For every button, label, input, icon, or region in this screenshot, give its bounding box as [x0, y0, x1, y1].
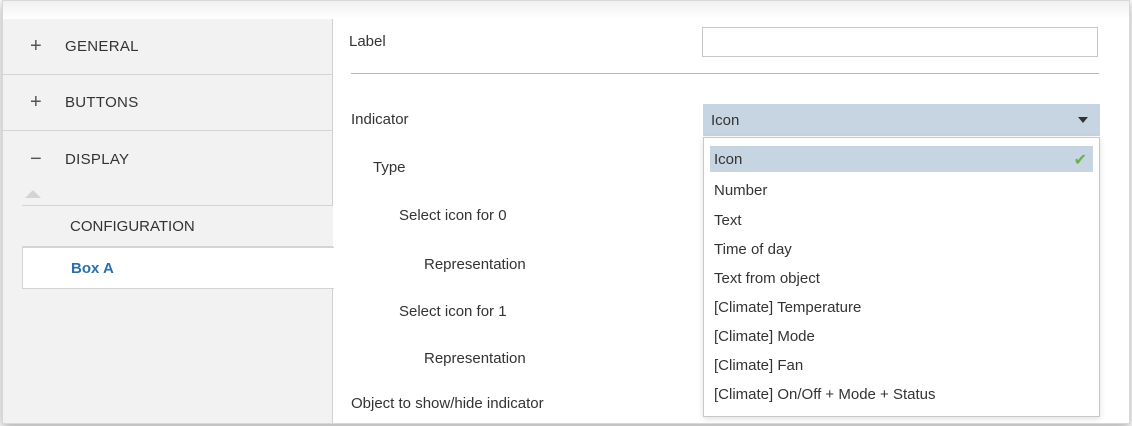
sidebar-item-display[interactable]: − DISPLAY	[3, 131, 332, 187]
sidebar-subitem-label: Box A	[71, 259, 114, 277]
sidebar: + GENERAL + BUTTONS − DISPLAY CONFIGURAT…	[3, 19, 334, 423]
app-window: + GENERAL + BUTTONS − DISPLAY CONFIGURAT…	[2, 0, 1130, 424]
option-label: Text	[714, 211, 742, 229]
param-label-icon-0: Select icon for 0	[399, 207, 507, 224]
option-label: Icon	[714, 150, 743, 168]
indicator-label: Indicator	[351, 111, 409, 128]
param-label-representation-1: Representation	[424, 350, 526, 367]
dropdown-option-time-of-day[interactable]: Time of day	[710, 236, 1093, 262]
indicator-selected-value: Icon	[711, 111, 740, 129]
sidebar-item-label: BUTTONS	[65, 94, 139, 111]
divider	[351, 73, 1099, 74]
sidebar-item-label: GENERAL	[65, 38, 139, 55]
plus-icon: +	[30, 35, 42, 57]
option-label: [Climate] On/Off + Mode + Status	[714, 385, 936, 403]
sidebar-subitem-box-a[interactable]: Box A	[22, 247, 334, 289]
param-label-object-show-hide: Object to show/hide indicator	[351, 395, 544, 412]
checkmark-icon: ✔	[1073, 152, 1087, 169]
dropdown-option-climate-temperature[interactable]: [Climate] Temperature	[710, 294, 1093, 320]
option-label: Text from object	[714, 269, 820, 287]
param-label-type: Type	[373, 159, 406, 176]
option-label: [Climate] Temperature	[714, 298, 862, 316]
expanded-pointer	[25, 190, 41, 198]
label-field-label: Label	[349, 33, 386, 50]
option-label: Number	[714, 181, 768, 199]
param-label-icon-1: Select icon for 1	[399, 303, 507, 320]
plus-icon: +	[30, 91, 42, 113]
sidebar-item-label: DISPLAY	[65, 150, 130, 168]
top-bar	[3, 1, 1129, 19]
dropdown-option-climate-mode[interactable]: [Climate] Mode	[710, 323, 1093, 349]
dropdown-option-icon[interactable]: Icon ✔	[710, 146, 1093, 172]
indicator-select[interactable]: Icon	[703, 104, 1100, 136]
label-input[interactable]	[702, 27, 1098, 57]
dropdown-option-text-from-object[interactable]: Text from object	[710, 265, 1093, 291]
indicator-dropdown-list: Icon ✔ Number Text Time of day Text from…	[703, 137, 1100, 417]
sidebar-subitem-label: CONFIGURATION	[70, 217, 195, 235]
sidebar-subitem-configuration[interactable]: CONFIGURATION	[22, 205, 333, 247]
option-label: [Climate] Mode	[714, 327, 815, 345]
dropdown-option-number[interactable]: Number	[710, 177, 1093, 203]
sidebar-item-buttons[interactable]: + BUTTONS	[3, 75, 332, 131]
sidebar-item-general[interactable]: + GENERAL	[3, 19, 332, 75]
option-label: [Climate] Fan	[714, 356, 804, 374]
dropdown-option-text[interactable]: Text	[710, 207, 1093, 233]
minus-icon: −	[30, 147, 42, 170]
param-label-representation-0: Representation	[424, 256, 526, 273]
option-label: Time of day	[714, 240, 792, 258]
dropdown-option-climate-onoff-mode-status[interactable]: [Climate] On/Off + Mode + Status	[710, 381, 1093, 407]
caret-down-icon	[1078, 117, 1088, 123]
dropdown-option-climate-fan[interactable]: [Climate] Fan	[710, 352, 1093, 378]
